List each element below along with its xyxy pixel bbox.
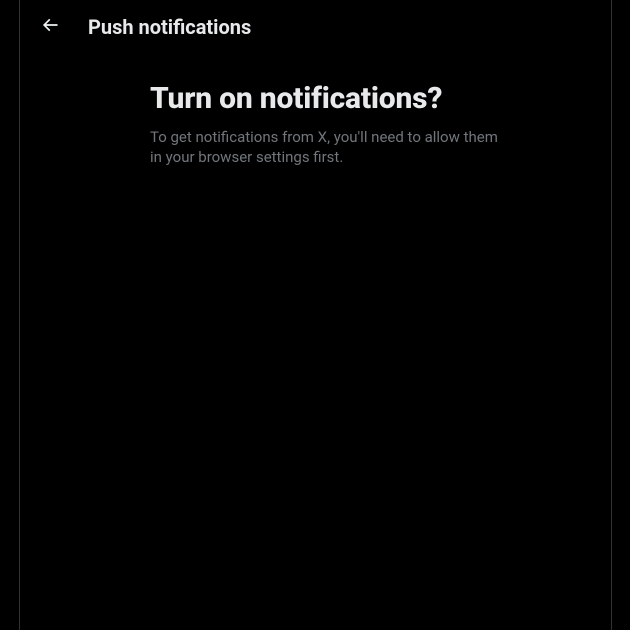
content-description: To get notifications from X, you'll need… bbox=[150, 127, 500, 167]
settings-panel: Push notifications Turn on notifications… bbox=[19, 0, 612, 630]
arrow-left-icon bbox=[40, 15, 60, 38]
back-button[interactable] bbox=[32, 9, 68, 45]
panel-header: Push notifications bbox=[20, 0, 611, 53]
page-title: Push notifications bbox=[88, 15, 251, 39]
content-headline: Turn on notifications? bbox=[150, 81, 579, 117]
content-area: Turn on notifications? To get notificati… bbox=[20, 53, 611, 167]
